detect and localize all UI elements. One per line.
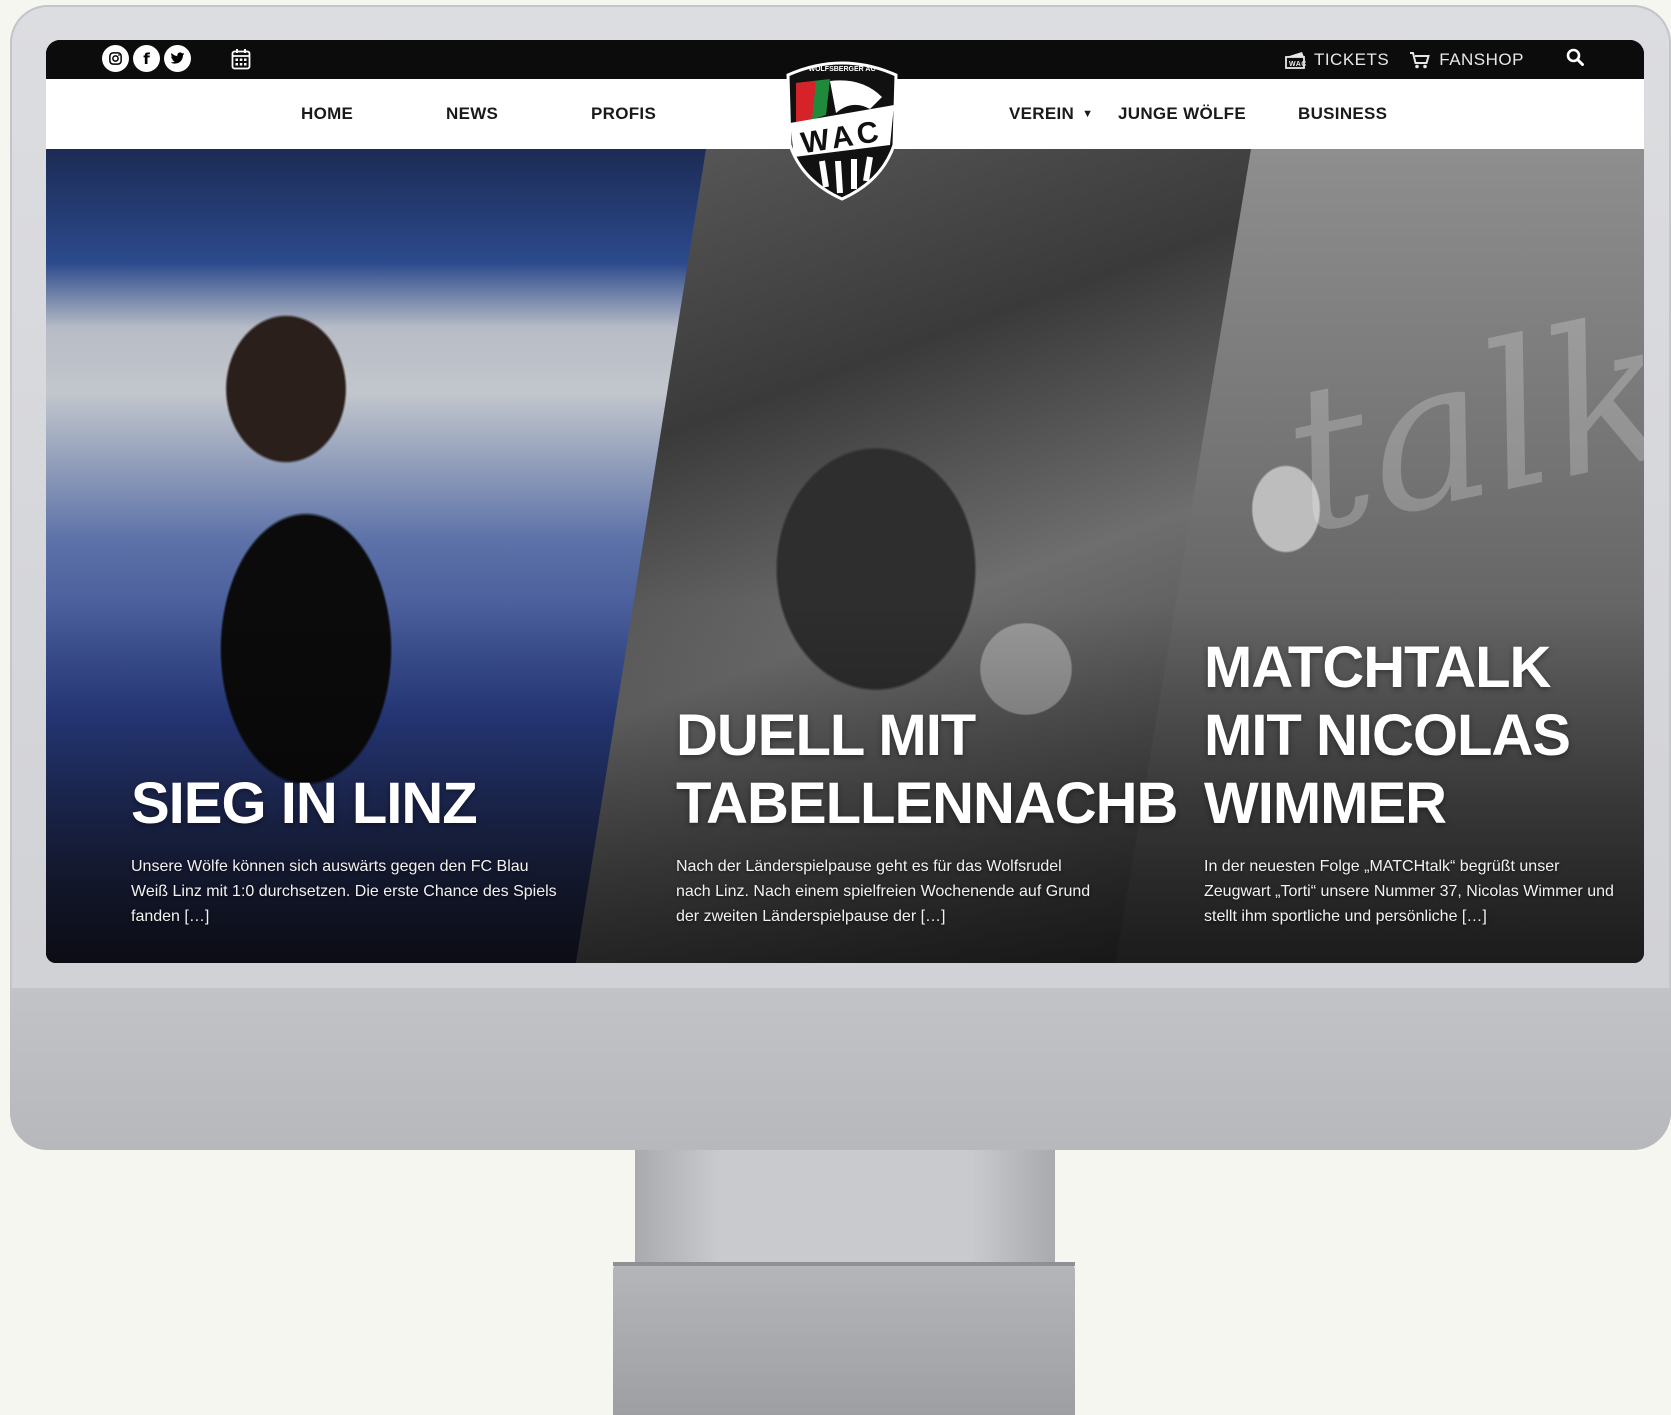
article-title[interactable]: DUELL MIT TABELLENNACHB — [676, 702, 1178, 838]
svg-text:WAC: WAC — [1289, 61, 1306, 68]
chevron-down-icon: ▼ — [1082, 108, 1094, 120]
nav-item-business[interactable]: BUSINESS — [1298, 79, 1387, 149]
facebook-icon[interactable]: f — [133, 45, 160, 72]
monitor-stand — [635, 1150, 1055, 1280]
search-icon[interactable] — [1566, 48, 1584, 71]
website-screen: f WAC TICKETS FANSHOP HOME NEWS PROFIS V… — [46, 40, 1644, 963]
nav-item-profis[interactable]: PROFIS — [591, 79, 656, 149]
club-logo[interactable]: WOLFSBERGER AC WAC — [782, 53, 902, 203]
ticket-icon: WAC — [1285, 51, 1306, 69]
topbar-links: WAC TICKETS FANSHOP — [1284, 40, 1584, 79]
monitor-stand-base — [613, 1262, 1075, 1415]
shopping-cart-icon — [1410, 51, 1431, 68]
fanshop-link[interactable]: FANSHOP — [1409, 50, 1524, 70]
nav-item-home[interactable]: HOME — [301, 79, 353, 149]
nav-item-verein-label: VEREIN — [1009, 104, 1075, 123]
calendar-icon[interactable] — [231, 48, 251, 75]
article-excerpt: Nach der Länderspielpause geht es für da… — [676, 858, 1091, 925]
article-title[interactable]: SIEG IN LINZ — [131, 770, 478, 838]
background-lettering-graphic: talk — [1265, 271, 1644, 580]
article-title[interactable]: MATCHTALK MIT NICOLAS WIMMER — [1204, 634, 1571, 838]
logo-top-text: WOLFSBERGER AC — [808, 66, 875, 73]
instagram-icon[interactable] — [102, 45, 129, 72]
hero-articles: talk SIEG IN LINZ Unsere Wölfe können si… — [46, 149, 1644, 963]
article-excerpt: In der neuesten Folge „MATCHtalk“ begrüß… — [1204, 858, 1614, 925]
monitor-chin — [10, 988, 1671, 1150]
tickets-link[interactable]: WAC TICKETS — [1284, 50, 1389, 70]
social-links: f — [102, 45, 191, 72]
fanshop-label: FANSHOP — [1439, 49, 1524, 69]
tickets-label: TICKETS — [1313, 49, 1390, 69]
nav-item-news[interactable]: NEWS — [446, 79, 498, 149]
nav-item-junge-woelfe[interactable]: JUNGE WÖLFE — [1118, 79, 1246, 149]
article-excerpt: Unsere Wölfe können sich auswärts gegen … — [131, 858, 557, 925]
nav-item-verein[interactable]: VEREIN ▼ — [1009, 79, 1093, 149]
twitter-icon[interactable] — [164, 45, 191, 72]
